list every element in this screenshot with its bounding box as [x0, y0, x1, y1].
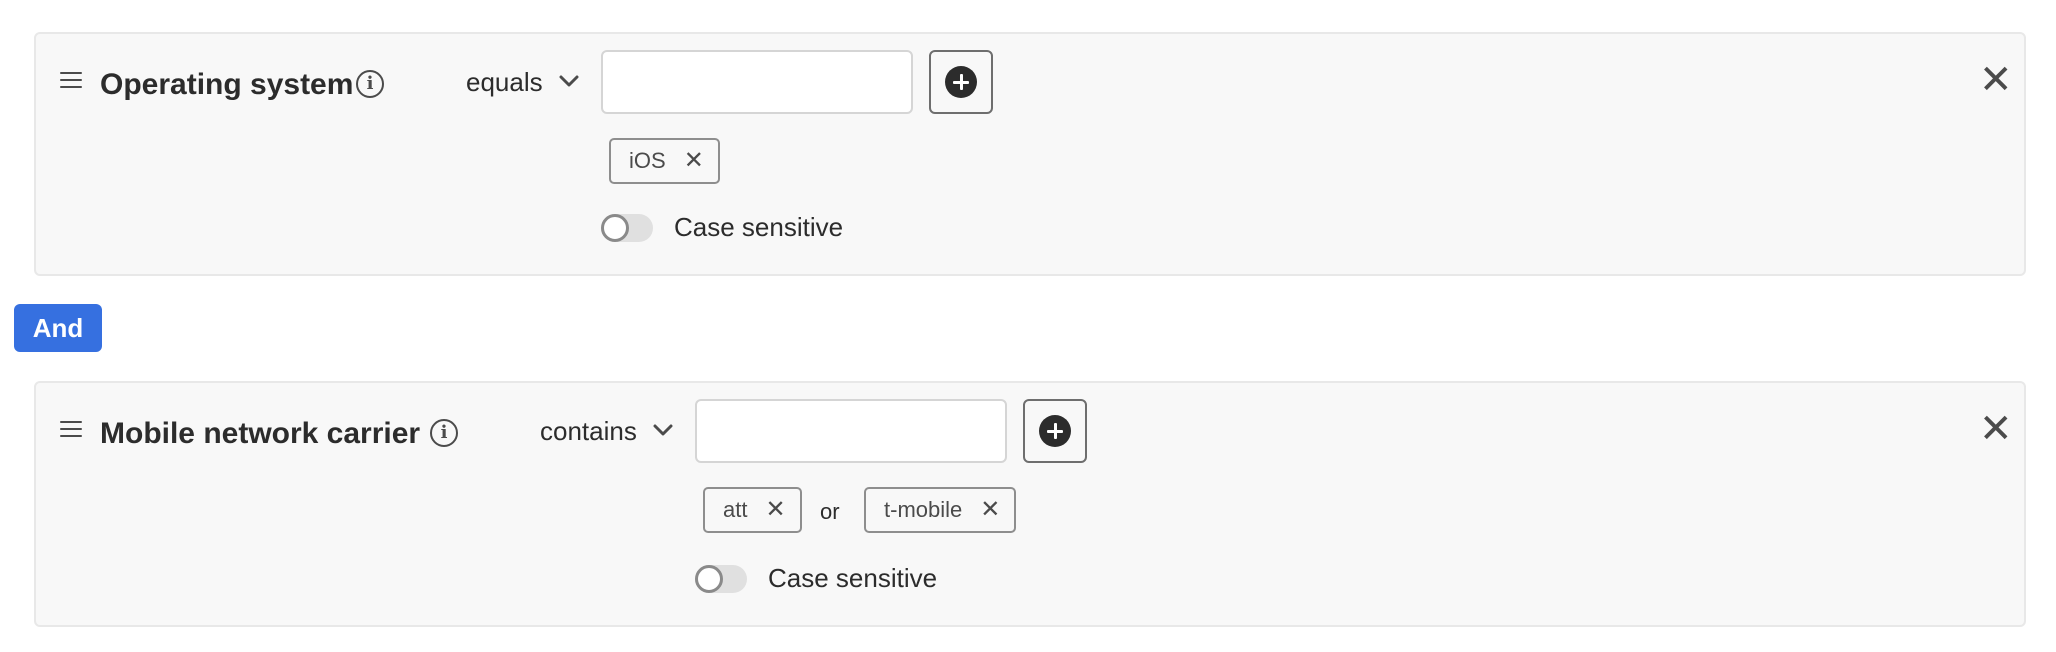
value-tag: t-mobile ✕ — [864, 487, 1017, 533]
drag-handle-icon[interactable] — [60, 421, 82, 442]
close-icon: ✕ — [1979, 406, 2013, 452]
value-input[interactable] — [601, 50, 913, 114]
operator-dropdown[interactable]: equals — [466, 67, 579, 98]
info-icon[interactable]: i — [356, 70, 384, 98]
rule-title: Mobile network carrier — [100, 417, 421, 450]
toggle-knob — [695, 565, 723, 593]
case-sensitive-label: Case sensitive — [768, 563, 938, 593]
toggle-knob — [601, 214, 629, 242]
info-icon[interactable]: i — [430, 419, 458, 447]
value-input[interactable] — [695, 399, 1007, 463]
chevron-down-icon — [653, 424, 673, 436]
remove-rule-button[interactable]: ✕ — [1979, 409, 2013, 449]
close-icon[interactable]: ✕ — [684, 149, 704, 173]
rule-card-operating-system: Operating system i equals iOS ✕ Case sen… — [34, 32, 2026, 276]
rule-title: Operating system — [100, 68, 354, 101]
add-value-button[interactable] — [1023, 399, 1087, 463]
drag-handle-icon[interactable] — [60, 72, 82, 93]
case-sensitive-toggle[interactable] — [601, 214, 653, 242]
add-circle-icon — [1039, 415, 1071, 447]
tag-label: t-mobile — [884, 497, 963, 522]
close-icon[interactable]: ✕ — [980, 498, 1000, 522]
tag-label: iOS — [629, 148, 666, 173]
tag-label: att — [723, 497, 748, 522]
operator-label: equals — [466, 67, 543, 97]
case-sensitive-toggle[interactable] — [695, 565, 747, 593]
chevron-down-icon — [559, 75, 579, 87]
operator-dropdown[interactable]: contains — [540, 416, 673, 447]
close-icon[interactable]: ✕ — [765, 498, 785, 522]
value-tag: iOS ✕ — [609, 138, 720, 184]
add-value-button[interactable] — [929, 50, 993, 114]
remove-rule-button[interactable]: ✕ — [1979, 60, 2013, 100]
close-icon: ✕ — [1979, 57, 2013, 103]
rule-card-mobile-network-carrier: Mobile network carrier i contains att ✕ … — [34, 381, 2026, 627]
or-separator: or — [820, 499, 840, 524]
value-tag: att ✕ — [703, 487, 802, 533]
add-circle-icon — [945, 66, 977, 98]
operator-label: contains — [540, 416, 637, 446]
case-sensitive-label: Case sensitive — [674, 212, 844, 242]
and-connector-button[interactable]: And — [14, 304, 102, 352]
